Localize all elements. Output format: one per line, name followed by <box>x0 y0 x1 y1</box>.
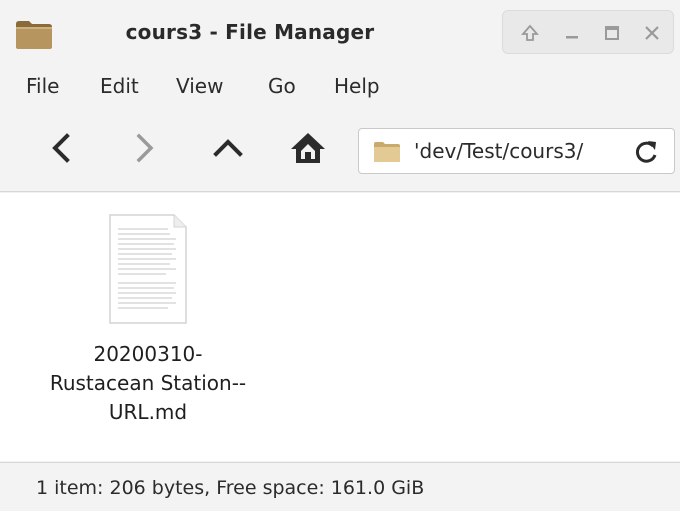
chevron-up-icon <box>213 139 243 157</box>
toolbar: 'dev/Test/cours3/ <box>0 110 680 192</box>
menu-file[interactable]: File <box>26 74 59 98</box>
folder-icon <box>373 140 401 164</box>
close-icon[interactable] <box>639 21 665 45</box>
chevron-left-icon <box>52 133 70 163</box>
text-document-icon <box>108 213 188 325</box>
menu-help[interactable]: Help <box>334 74 380 98</box>
location-path: 'dev/Test/cours3/ <box>414 139 584 163</box>
maximize-icon[interactable] <box>599 21 625 45</box>
file-name-line: 20200310- <box>93 342 203 366</box>
window-title: cours3 - File Manager <box>125 20 375 44</box>
file-view[interactable]: 20200310- Rustacean Station-- URL.md <box>0 193 680 461</box>
forward-button[interactable] <box>122 126 166 170</box>
parent-folder-button[interactable] <box>206 126 250 170</box>
file-item[interactable]: 20200310- Rustacean Station-- URL.md <box>18 207 278 447</box>
file-name-line: URL.md <box>108 400 188 424</box>
location-bar[interactable]: 'dev/Test/cours3/ <box>358 128 675 174</box>
back-button[interactable] <box>40 126 84 170</box>
file-name-line: Rustacean Station-- <box>49 371 247 395</box>
menu-view[interactable]: View <box>176 74 223 98</box>
status-bar: 1 item: 206 bytes, Free space: 161.0 GiB <box>0 462 680 511</box>
menu-go[interactable]: Go <box>268 74 296 98</box>
file-manager-window: cours3 - File Manager File Edit View Go … <box>0 0 680 511</box>
menu-bar: File Edit View Go Help <box>0 66 680 110</box>
home-button[interactable] <box>286 126 330 170</box>
chevron-right-icon <box>136 133 154 163</box>
title-bar[interactable]: cours3 - File Manager <box>0 0 680 66</box>
status-text: 1 item: 206 bytes, Free space: 161.0 GiB <box>36 477 425 499</box>
menu-edit[interactable]: Edit <box>100 74 139 98</box>
window-controls <box>502 10 674 54</box>
minimize-icon[interactable] <box>559 21 585 45</box>
reload-icon[interactable] <box>631 137 661 167</box>
file-name: 20200310- Rustacean Station-- URL.md <box>18 340 278 427</box>
folder-app-icon <box>14 18 54 50</box>
home-icon <box>291 133 325 163</box>
up-arrow-icon[interactable] <box>517 21 543 45</box>
